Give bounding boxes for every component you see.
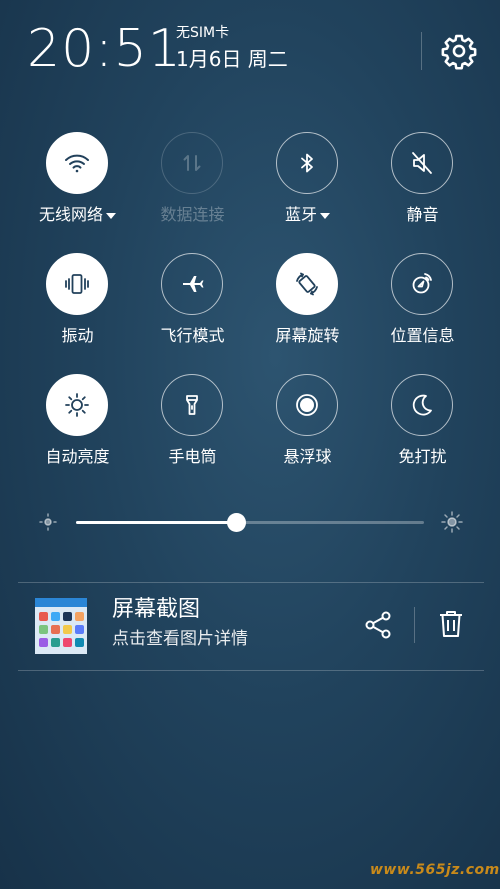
rotate-icon xyxy=(296,272,318,296)
trash-icon xyxy=(440,611,462,637)
toggle-label: 静音 xyxy=(406,205,439,224)
screenshot-notification[interactable]: 屏幕截图 点击查看图片详情 xyxy=(0,583,500,670)
toggle-label: 屏幕旋转 xyxy=(275,326,340,345)
thumbnail-app-icon xyxy=(39,612,48,621)
brightness-low-icon xyxy=(39,513,57,531)
toggle-circle[interactable] xyxy=(391,253,453,315)
toggle-label: 手电筒 xyxy=(168,447,217,466)
toggle-mute[interactable]: 静音 xyxy=(365,128,480,238)
toggle-circle[interactable] xyxy=(391,374,453,436)
toggle-bluetooth[interactable]: 蓝牙 xyxy=(250,128,365,238)
clock-time: 20:51 xyxy=(27,19,182,79)
toggle-circle[interactable] xyxy=(276,132,338,194)
toggle-auto-brightness[interactable]: 自动亮度 xyxy=(20,370,135,480)
floating-ball-icon xyxy=(296,394,318,416)
thumbnail-app-icon xyxy=(39,638,48,647)
auto-brightness-icon xyxy=(65,393,89,417)
header-divider xyxy=(421,32,422,70)
toggle-airplane[interactable]: 飞行模式 xyxy=(135,249,250,359)
chevron-down-icon[interactable] xyxy=(106,212,116,219)
status-header: 20:51 无SIM卡 1月6日 周二 xyxy=(0,0,500,100)
toggle-mobile-data[interactable]: 数据连接 xyxy=(135,128,250,238)
toggle-do-not-disturb[interactable]: 免打扰 xyxy=(365,370,480,480)
toggle-location[interactable]: 位置信息 xyxy=(365,249,480,359)
brightness-slider[interactable] xyxy=(0,500,500,544)
thumbnail-app-icon xyxy=(51,625,60,634)
toggle-circle[interactable] xyxy=(161,132,223,194)
bluetooth-icon xyxy=(301,153,313,173)
brightness-fill xyxy=(76,521,237,524)
chevron-down-icon[interactable] xyxy=(320,212,330,219)
toggle-label: 振动 xyxy=(61,326,94,345)
moon-icon xyxy=(412,394,432,416)
toggle-vibrate[interactable]: 振动 xyxy=(20,249,135,359)
toggle-rotation[interactable]: 屏幕旋转 xyxy=(250,249,365,359)
toggle-floating-ball[interactable]: 悬浮球 xyxy=(250,370,365,480)
thumbnail-app-icon xyxy=(75,625,84,634)
location-icon xyxy=(412,273,432,294)
brightness-thumb[interactable] xyxy=(227,513,247,532)
toggle-label: 蓝牙 xyxy=(250,204,365,226)
toggle-circle[interactable] xyxy=(276,374,338,436)
thumbnail-app-icon xyxy=(39,625,48,634)
toggle-label: 飞行模式 xyxy=(160,326,225,345)
toggle-circle[interactable] xyxy=(46,374,108,436)
thumbnail-statusbar xyxy=(35,598,87,607)
wifi-icon xyxy=(65,154,89,173)
toggle-circle[interactable] xyxy=(391,132,453,194)
airplane-icon xyxy=(183,276,204,292)
thumbnail-app-icon xyxy=(63,612,72,621)
notification-divider-bottom xyxy=(18,670,484,671)
toggle-label: 无线网络 xyxy=(20,204,135,226)
vibrate-icon xyxy=(65,274,89,294)
toggle-circle[interactable] xyxy=(46,132,108,194)
settings-button[interactable] xyxy=(440,32,478,70)
notification-action-divider xyxy=(414,607,415,643)
date-label: 1月6日 周二 xyxy=(176,47,288,71)
mute-icon xyxy=(412,152,432,174)
toggle-label: 位置信息 xyxy=(390,326,455,345)
thumbnail-app-icon xyxy=(51,638,60,647)
thumbnail-app-icon xyxy=(63,638,72,647)
data-arrows-icon xyxy=(183,155,201,171)
toggle-circle[interactable] xyxy=(46,253,108,315)
toggle-label: 数据连接 xyxy=(160,205,225,224)
toggle-wifi[interactable]: 无线网络 xyxy=(20,128,135,238)
thumbnail-app-icon xyxy=(75,638,84,647)
toggle-label: 免打扰 xyxy=(398,447,447,466)
brightness-high-icon xyxy=(441,511,463,533)
toggle-label: 悬浮球 xyxy=(283,447,332,466)
screenshot-thumbnail[interactable] xyxy=(35,598,87,654)
thumbnail-app-icon xyxy=(63,625,72,634)
flashlight-icon xyxy=(186,395,198,415)
share-icon xyxy=(365,611,391,639)
sim-status: 无SIM卡 xyxy=(176,25,230,41)
brightness-track[interactable] xyxy=(76,513,424,532)
thumbnail-app-icon xyxy=(51,612,60,621)
gear-icon xyxy=(441,34,477,70)
watermark-text: www.565jz.com xyxy=(370,862,500,878)
notification-subtitle: 点击查看图片详情 xyxy=(112,629,248,649)
share-button[interactable] xyxy=(362,609,394,641)
delete-button[interactable] xyxy=(434,607,468,641)
thumbnail-app-icon xyxy=(75,612,84,621)
toggle-circle[interactable] xyxy=(276,253,338,315)
toggle-flashlight[interactable]: 手电筒 xyxy=(135,370,250,480)
notification-title: 屏幕截图 xyxy=(112,597,201,622)
toggle-circle[interactable] xyxy=(161,374,223,436)
toggle-label: 自动亮度 xyxy=(45,447,110,466)
toggle-circle[interactable] xyxy=(161,253,223,315)
